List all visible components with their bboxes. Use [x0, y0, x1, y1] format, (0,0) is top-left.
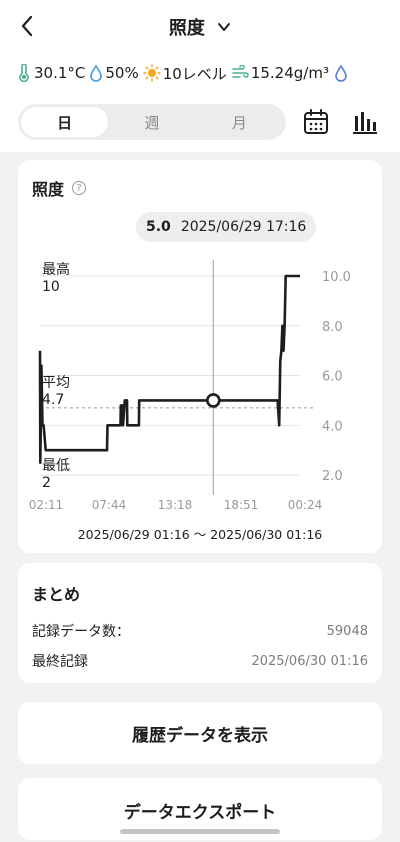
sensor-readings: 30.1°C 50% 10レベル 15.24g/m³ — [0, 56, 400, 90]
max-value: 10 — [42, 279, 60, 295]
y-tick-label: 10.0 — [322, 270, 351, 285]
calendar-button[interactable] — [302, 108, 330, 136]
sensor-selector[interactable]: 照度 — [0, 14, 400, 40]
water-drops-icon — [335, 64, 347, 82]
summary-title: まとめ — [32, 585, 81, 604]
history-data-button[interactable]: 履歴データを表示 — [18, 702, 382, 764]
illuminance-line-chart[interactable]: 2.0 4.0 6.0 8.0 10.0 02:11 07:44 13:18 18:51 00:2… — [18, 160, 382, 520]
tab-week[interactable]: 週 — [108, 107, 195, 137]
illuminance-chart-card: 照度 ? 5.0 2025/06/29 17:16 2.0 4.0 6.0 8.0 10… — [18, 160, 382, 553]
x-tick-label: 18:51 — [224, 498, 259, 512]
summary-card: まとめ 記録データ数： 59048 最終記録 2025/06/30 01:16 — [18, 563, 382, 683]
humidity-reading: 50% — [89, 64, 139, 82]
last-record-value: 2025/06/30 01:16 — [251, 653, 368, 669]
period-tabs: 日 週 月 — [18, 104, 286, 140]
page-title: 照度 — [168, 18, 205, 39]
record-count-label: 記録データ数： — [32, 624, 130, 640]
temperature-reading: 30.1°C — [16, 64, 85, 82]
top-bar: 照度 — [0, 0, 400, 56]
y-tick-label: 2.0 — [322, 469, 343, 484]
calendar-icon — [304, 109, 328, 134]
y-tick-label: 6.0 — [322, 370, 343, 385]
min-value: 2 — [42, 475, 51, 491]
avg-label: 平均 — [42, 375, 70, 391]
avg-value: 4.7 — [42, 392, 64, 408]
y-tick-label: 4.0 — [322, 419, 343, 434]
x-tick-label: 00:24 — [288, 498, 323, 512]
last-record-label: 最終記録 — [32, 654, 88, 670]
record-count-row: 記録データ数： 59048 — [32, 621, 368, 641]
last-record-row: 最終記録 2025/06/30 01:16 — [32, 651, 368, 671]
absolute-humidity-reading: 15.24g/m³ — [231, 64, 329, 82]
extra-sensor — [333, 64, 353, 82]
period-bar: 日 週 月 — [0, 90, 400, 152]
bar-chart-button[interactable] — [350, 108, 378, 136]
x-tick-label: 07:44 — [92, 498, 127, 512]
chevron-down-icon — [218, 23, 231, 31]
sun-icon — [142, 64, 161, 82]
min-label: 最低 — [42, 458, 70, 474]
water-drop-icon — [90, 64, 103, 82]
series-line — [38, 274, 300, 464]
max-label: 最高 — [42, 261, 70, 278]
cursor-marker — [206, 393, 221, 408]
record-count-value: 59048 — [326, 623, 368, 639]
y-tick-label: 8.0 — [322, 320, 343, 335]
bar-chart-icon — [353, 112, 377, 134]
illuminance-reading: 10レベル — [142, 63, 227, 84]
thermometer-icon — [19, 64, 29, 82]
date-range: 2025/06/29 01:16 〜 2025/06/30 01:16 — [77, 527, 323, 542]
tab-month[interactable]: 月 — [196, 107, 283, 137]
x-tick-label: 02:11 — [29, 498, 64, 512]
home-indicator — [120, 829, 280, 834]
wind-icon — [232, 65, 249, 78]
x-tick-label: 13:18 — [158, 498, 193, 512]
tab-day[interactable]: 日 — [21, 107, 109, 137]
